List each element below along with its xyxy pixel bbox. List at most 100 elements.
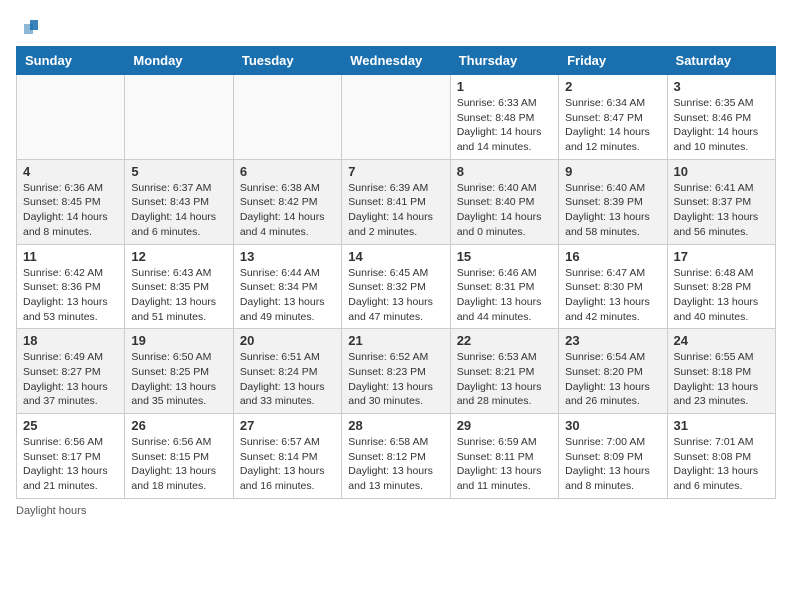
day-number: 23	[565, 333, 660, 348]
calendar-day-header: Thursday	[450, 47, 558, 75]
calendar-cell: 10 Sunrise: 6:41 AM Sunset: 8:37 PM Dayli…	[667, 159, 775, 244]
calendar-table: SundayMondayTuesdayWednesdayThursdayFrid…	[16, 46, 776, 499]
day-info: Sunrise: 6:36 AM Sunset: 8:45 PM Dayligh…	[23, 181, 118, 240]
day-number: 11	[23, 249, 118, 264]
day-info: Sunrise: 6:56 AM Sunset: 8:17 PM Dayligh…	[23, 435, 118, 494]
day-info: Sunrise: 6:54 AM Sunset: 8:20 PM Dayligh…	[565, 350, 660, 409]
day-info: Sunrise: 6:37 AM Sunset: 8:43 PM Dayligh…	[131, 181, 226, 240]
calendar-cell	[342, 75, 450, 160]
day-number: 13	[240, 249, 335, 264]
day-number: 6	[240, 164, 335, 179]
calendar-cell: 31 Sunrise: 7:01 AM Sunset: 8:08 PM Dayli…	[667, 414, 775, 499]
calendar-week-row: 25 Sunrise: 6:56 AM Sunset: 8:17 PM Dayli…	[17, 414, 776, 499]
calendar-cell: 17 Sunrise: 6:48 AM Sunset: 8:28 PM Dayli…	[667, 244, 775, 329]
calendar-cell: 26 Sunrise: 6:56 AM Sunset: 8:15 PM Dayli…	[125, 414, 233, 499]
day-number: 30	[565, 418, 660, 433]
calendar-week-row: 11 Sunrise: 6:42 AM Sunset: 8:36 PM Dayli…	[17, 244, 776, 329]
calendar-cell	[233, 75, 341, 160]
calendar-cell: 28Sunrise: 6:58 AM Sunset: 8:12 PM Dayli…	[342, 414, 450, 499]
footer-note: Daylight hours	[16, 505, 776, 517]
calendar-header-row: SundayMondayTuesdayWednesdayThursdayFrid…	[17, 47, 776, 75]
calendar-cell: 8 Sunrise: 6:40 AM Sunset: 8:40 PM Daylig…	[450, 159, 558, 244]
day-number: 10	[674, 164, 769, 179]
day-number: 15	[457, 249, 552, 264]
day-number: 8	[457, 164, 552, 179]
calendar-day-header: Sunday	[17, 47, 125, 75]
day-info: Sunrise: 6:56 AM Sunset: 8:15 PM Dayligh…	[131, 435, 226, 494]
calendar-cell: 18Sunrise: 6:49 AM Sunset: 8:27 PM Dayli…	[17, 329, 125, 414]
day-number: 22	[457, 333, 552, 348]
day-info: Sunrise: 6:40 AM Sunset: 8:40 PM Dayligh…	[457, 181, 552, 240]
calendar-cell: 13 Sunrise: 6:44 AM Sunset: 8:34 PM Dayli…	[233, 244, 341, 329]
calendar-cell: 9 Sunrise: 6:40 AM Sunset: 8:39 PM Daylig…	[559, 159, 667, 244]
calendar-cell: 30 Sunrise: 7:00 AM Sunset: 8:09 PM Dayli…	[559, 414, 667, 499]
day-info: Sunrise: 6:52 AM Sunset: 8:23 PM Dayligh…	[348, 350, 443, 409]
day-info: Sunrise: 6:42 AM Sunset: 8:36 PM Dayligh…	[23, 266, 118, 325]
day-number: 16	[565, 249, 660, 264]
day-number: 20	[240, 333, 335, 348]
calendar-day-header: Tuesday	[233, 47, 341, 75]
day-number: 31	[674, 418, 769, 433]
calendar-day-header: Friday	[559, 47, 667, 75]
day-number: 1	[457, 79, 552, 94]
day-info: Sunrise: 6:51 AM Sunset: 8:24 PM Dayligh…	[240, 350, 335, 409]
day-info: Sunrise: 6:34 AM Sunset: 8:47 PM Dayligh…	[565, 96, 660, 155]
day-info: Sunrise: 6:41 AM Sunset: 8:37 PM Dayligh…	[674, 181, 769, 240]
calendar-cell: 29 Sunrise: 6:59 AM Sunset: 8:11 PM Dayli…	[450, 414, 558, 499]
day-number: 19	[131, 333, 226, 348]
day-number: 27	[240, 418, 335, 433]
calendar-day-header: Wednesday	[342, 47, 450, 75]
day-info: Sunrise: 6:39 AM Sunset: 8:41 PM Dayligh…	[348, 181, 443, 240]
day-info: Sunrise: 6:48 AM Sunset: 8:28 PM Dayligh…	[674, 266, 769, 325]
logo	[16, 16, 42, 38]
calendar-cell: 6 Sunrise: 6:38 AM Sunset: 8:42 PM Daylig…	[233, 159, 341, 244]
day-info: Sunrise: 6:57 AM Sunset: 8:14 PM Dayligh…	[240, 435, 335, 494]
day-number: 26	[131, 418, 226, 433]
day-number: 3	[674, 79, 769, 94]
calendar-cell: 2 Sunrise: 6:34 AM Sunset: 8:47 PM Daylig…	[559, 75, 667, 160]
day-info: Sunrise: 6:58 AM Sunset: 8:12 PM Dayligh…	[348, 435, 443, 494]
calendar-cell: 21 Sunrise: 6:52 AM Sunset: 8:23 PM Dayli…	[342, 329, 450, 414]
day-number: 5	[131, 164, 226, 179]
logo-icon	[20, 16, 42, 38]
calendar-cell: 14 Sunrise: 6:45 AM Sunset: 8:32 PM Dayli…	[342, 244, 450, 329]
calendar-cell: 25 Sunrise: 6:56 AM Sunset: 8:17 PM Dayli…	[17, 414, 125, 499]
day-number: 7	[348, 164, 443, 179]
day-info: Sunrise: 6:38 AM Sunset: 8:42 PM Dayligh…	[240, 181, 335, 240]
day-info: Sunrise: 6:47 AM Sunset: 8:30 PM Dayligh…	[565, 266, 660, 325]
calendar-cell: 27 Sunrise: 6:57 AM Sunset: 8:14 PM Dayli…	[233, 414, 341, 499]
calendar-day-header: Monday	[125, 47, 233, 75]
day-info: Sunrise: 6:44 AM Sunset: 8:34 PM Dayligh…	[240, 266, 335, 325]
day-info: Sunrise: 6:40 AM Sunset: 8:39 PM Dayligh…	[565, 181, 660, 240]
day-info: Sunrise: 6:53 AM Sunset: 8:21 PM Dayligh…	[457, 350, 552, 409]
calendar-cell: 5 Sunrise: 6:37 AM Sunset: 8:43 PM Daylig…	[125, 159, 233, 244]
calendar-cell: 15Sunrise: 6:46 AM Sunset: 8:31 PM Dayli…	[450, 244, 558, 329]
calendar-cell: 3 Sunrise: 6:35 AM Sunset: 8:46 PM Daylig…	[667, 75, 775, 160]
day-info: Sunrise: 6:49 AM Sunset: 8:27 PM Dayligh…	[23, 350, 118, 409]
day-number: 17	[674, 249, 769, 264]
day-number: 21	[348, 333, 443, 348]
calendar-cell: 4Sunrise: 6:36 AM Sunset: 8:45 PM Daylig…	[17, 159, 125, 244]
calendar-cell: 16 Sunrise: 6:47 AM Sunset: 8:30 PM Dayli…	[559, 244, 667, 329]
calendar-cell: 11 Sunrise: 6:42 AM Sunset: 8:36 PM Dayli…	[17, 244, 125, 329]
day-info: Sunrise: 6:50 AM Sunset: 8:25 PM Dayligh…	[131, 350, 226, 409]
calendar-cell: 24Sunrise: 6:55 AM Sunset: 8:18 PM Dayli…	[667, 329, 775, 414]
day-number: 9	[565, 164, 660, 179]
day-info: Sunrise: 6:35 AM Sunset: 8:46 PM Dayligh…	[674, 96, 769, 155]
calendar-cell	[17, 75, 125, 160]
day-info: Sunrise: 7:00 AM Sunset: 8:09 PM Dayligh…	[565, 435, 660, 494]
day-info: Sunrise: 7:01 AM Sunset: 8:08 PM Dayligh…	[674, 435, 769, 494]
day-info: Sunrise: 6:59 AM Sunset: 8:11 PM Dayligh…	[457, 435, 552, 494]
day-number: 14	[348, 249, 443, 264]
day-number: 25	[23, 418, 118, 433]
calendar-cell: 22 Sunrise: 6:53 AM Sunset: 8:21 PM Dayli…	[450, 329, 558, 414]
calendar-cell: 1Sunrise: 6:33 AM Sunset: 8:48 PM Daylig…	[450, 75, 558, 160]
page-header	[16, 16, 776, 38]
calendar-week-row: 4Sunrise: 6:36 AM Sunset: 8:45 PM Daylig…	[17, 159, 776, 244]
calendar-week-row: 18Sunrise: 6:49 AM Sunset: 8:27 PM Dayli…	[17, 329, 776, 414]
day-number: 2	[565, 79, 660, 94]
day-info: Sunrise: 6:45 AM Sunset: 8:32 PM Dayligh…	[348, 266, 443, 325]
day-number: 29	[457, 418, 552, 433]
calendar-week-row: 1Sunrise: 6:33 AM Sunset: 8:48 PM Daylig…	[17, 75, 776, 160]
calendar-cell: 19 Sunrise: 6:50 AM Sunset: 8:25 PM Dayli…	[125, 329, 233, 414]
